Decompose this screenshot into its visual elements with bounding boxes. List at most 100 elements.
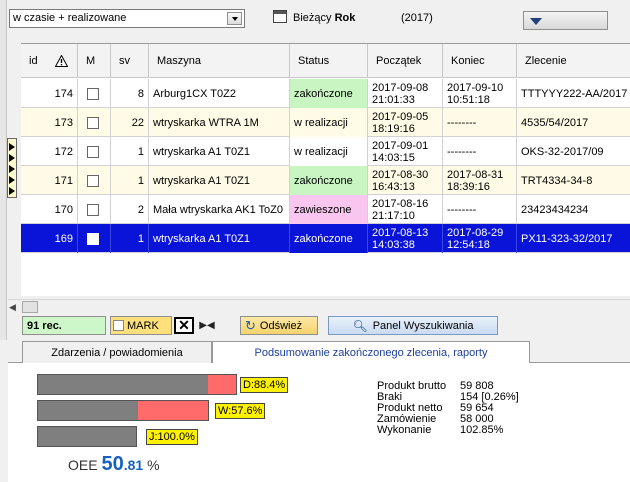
cell-sv: 1 bbox=[111, 224, 149, 253]
bottom-tabs: Zdarzenia / powiadomienia Podsumowanie z… bbox=[8, 341, 630, 364]
col-header-poczatek[interactable]: Początek bbox=[368, 44, 443, 78]
cell-m[interactable] bbox=[78, 166, 111, 195]
triangle-right-icon bbox=[9, 176, 15, 184]
table-row[interactable]: 170 2 Mała wtryskarka AK1 ToZ0 zawieszone 20… bbox=[21, 195, 630, 224]
cell-zlecenie-text: TRT4334-34-8 bbox=[521, 174, 593, 187]
cell-poczatek-text: 2017-08-13 14:03:38 bbox=[372, 226, 429, 251]
row-mark-checkbox[interactable] bbox=[87, 116, 99, 129]
col-header-koniec[interactable]: Koniec bbox=[443, 44, 517, 78]
cell-m[interactable] bbox=[78, 137, 111, 166]
cell-sv-text: 2 bbox=[137, 203, 144, 216]
search-panel-button[interactable]: 🔍︎ Panel Wyszukiwania bbox=[328, 316, 498, 335]
cell-zlecenie: TRT4334-34-8 bbox=[517, 166, 630, 195]
period-label[interactable]: Bieżący Rok bbox=[293, 12, 355, 24]
mark-toggle[interactable]: MARK bbox=[110, 316, 172, 335]
navigate-button[interactable]: ▶◀ bbox=[197, 317, 217, 334]
oee-bar-loss bbox=[208, 375, 236, 394]
cell-id: 169 bbox=[21, 224, 78, 253]
row-mark-checkbox[interactable] bbox=[87, 203, 99, 216]
summary-panel: D:88.4% W:57.6% J:100.0% OEE 50.81 % Produ… bbox=[8, 363, 630, 482]
table-row[interactable]: 172 1 wtryskarka A1 T0Z1 w realizacji 2017-0… bbox=[21, 137, 630, 166]
col-header-zlecenie-label: Zlecenie bbox=[525, 55, 567, 67]
row-mark-checkbox[interactable] bbox=[87, 174, 99, 187]
oee-bar bbox=[37, 374, 237, 395]
cell-m[interactable] bbox=[78, 224, 111, 253]
col-header-maszyna[interactable]: Maszyna bbox=[149, 44, 290, 78]
cell-maszyna: wtryskarka A1 T0Z1 bbox=[149, 137, 290, 166]
row-mark-checkbox[interactable] bbox=[87, 87, 99, 100]
scroll-left-icon[interactable]: ◀ bbox=[9, 302, 19, 312]
table-row[interactable]: 169 1 wtryskarka A1 T0Z1 zakończone 2017-08-… bbox=[21, 224, 630, 253]
col-header-status[interactable]: Status bbox=[290, 44, 368, 78]
cell-koniec: 2017-08-31 18:39:16 bbox=[443, 166, 517, 195]
chevron-down-icon[interactable] bbox=[227, 12, 242, 25]
cell-poczatek-text: 2017-08-16 21:17:10 bbox=[372, 197, 429, 222]
row-mark-checkbox[interactable] bbox=[87, 145, 99, 158]
cell-status: w realizacji bbox=[290, 137, 368, 166]
refresh-button[interactable]: ↻ Odśwież bbox=[240, 316, 318, 335]
record-count: 91 rec. bbox=[22, 316, 106, 335]
orders-grid: id M sv Maszyna Status Początek Koniec Z… bbox=[21, 43, 630, 296]
tab-events-label: Zdarzenia / powiadomienia bbox=[51, 346, 183, 359]
col-header-sv[interactable]: sv bbox=[111, 44, 149, 78]
cell-poczatek: 2017-08-16 21:17:10 bbox=[368, 195, 443, 224]
stat-key: Wykonanie bbox=[377, 424, 432, 436]
refresh-icon: ↻ bbox=[245, 317, 256, 333]
cell-koniec-text: -------- bbox=[447, 116, 477, 129]
filter-mode-select[interactable]: w czasie + realizowane bbox=[9, 9, 245, 28]
cell-id-text: 172 bbox=[54, 145, 73, 158]
skip-icon: ▶◀ bbox=[199, 320, 215, 331]
calendar-icon[interactable] bbox=[273, 10, 287, 23]
cell-maszyna-text: Arburg1CX T0Z2 bbox=[153, 87, 236, 100]
cell-zlecenie-text: TTTYYY222-AA/2017 bbox=[521, 87, 628, 100]
oee-bar bbox=[37, 426, 137, 447]
triangle-right-icon bbox=[9, 154, 15, 162]
cell-poczatek-text: 2017-08-30 16:43:13 bbox=[372, 168, 429, 193]
mark-label: MARK bbox=[127, 319, 159, 332]
cell-maszyna-text: wtryskarka A1 T0Z1 bbox=[153, 232, 250, 245]
cell-koniec: -------- bbox=[443, 195, 517, 224]
cell-sv-text: 1 bbox=[137, 232, 144, 245]
side-panel-toggle[interactable] bbox=[7, 138, 17, 198]
cell-maszyna-text: wtryskarka A1 T0Z1 bbox=[153, 174, 250, 187]
cell-id-text: 171 bbox=[54, 174, 73, 187]
col-header-m[interactable]: M bbox=[78, 44, 111, 78]
cell-id: 170 bbox=[21, 195, 78, 224]
cell-sv: 1 bbox=[111, 137, 149, 166]
row-mark-checkbox[interactable] bbox=[87, 232, 99, 245]
year-dropdown-button[interactable] bbox=[523, 11, 608, 30]
cell-zlecenie-text: OKS-32-2017/09 bbox=[521, 145, 604, 158]
grid-header: id M sv Maszyna Status Początek Koniec Z… bbox=[21, 44, 630, 78]
cell-maszyna: wtryskarka WTRA 1M bbox=[149, 108, 290, 137]
cell-koniec: -------- bbox=[443, 108, 517, 137]
cell-poczatek: 2017-08-30 16:43:13 bbox=[368, 166, 443, 195]
col-header-status-label: Status bbox=[298, 55, 330, 67]
cell-m[interactable] bbox=[78, 108, 111, 137]
col-header-zlecenie[interactable]: Zlecenie bbox=[517, 44, 630, 78]
tab-summary[interactable]: Podsumowanie zakończonego zlecenia, rapo… bbox=[212, 341, 530, 364]
mark-checkbox[interactable] bbox=[113, 320, 124, 331]
horizontal-scrollbar[interactable]: ◀ bbox=[8, 299, 630, 313]
cell-status-text: w realizacji bbox=[294, 145, 348, 158]
cell-id: 171 bbox=[21, 166, 78, 195]
table-row[interactable]: 174 8 Arburg1CX T0Z2 zakończone 2017-09-08 2… bbox=[21, 79, 630, 108]
search-panel-label: Panel Wyszukiwania bbox=[372, 319, 474, 332]
cell-maszyna: wtryskarka A1 T0Z1 bbox=[149, 166, 290, 195]
cell-koniec-text: -------- bbox=[447, 145, 477, 158]
table-row[interactable]: 173 22 wtryskarka WTRA 1M w realizacji 2017-… bbox=[21, 108, 630, 137]
cell-id-text: 170 bbox=[54, 203, 73, 216]
tab-events[interactable]: Zdarzenia / powiadomienia bbox=[22, 341, 212, 363]
cell-m[interactable] bbox=[78, 79, 111, 108]
triangle-right-icon bbox=[9, 143, 15, 151]
clear-mark-button[interactable]: ✕ bbox=[174, 317, 194, 334]
cell-poczatek-text: 2017-09-05 18:19:16 bbox=[372, 110, 429, 135]
warning-icon bbox=[55, 55, 68, 67]
cell-m[interactable] bbox=[78, 195, 111, 224]
scroll-thumb[interactable] bbox=[22, 301, 38, 313]
cell-id-text: 174 bbox=[54, 87, 73, 100]
cell-koniec-text: 2017-08-31 18:39:16 bbox=[447, 168, 504, 193]
oee-value: OEE 50.81 % bbox=[68, 453, 160, 476]
table-row[interactable]: 171 1 wtryskarka A1 T0Z1 zakończone 2017-08-… bbox=[21, 166, 630, 195]
col-header-id[interactable]: id bbox=[21, 44, 78, 78]
cell-status: zakończone bbox=[290, 79, 368, 108]
